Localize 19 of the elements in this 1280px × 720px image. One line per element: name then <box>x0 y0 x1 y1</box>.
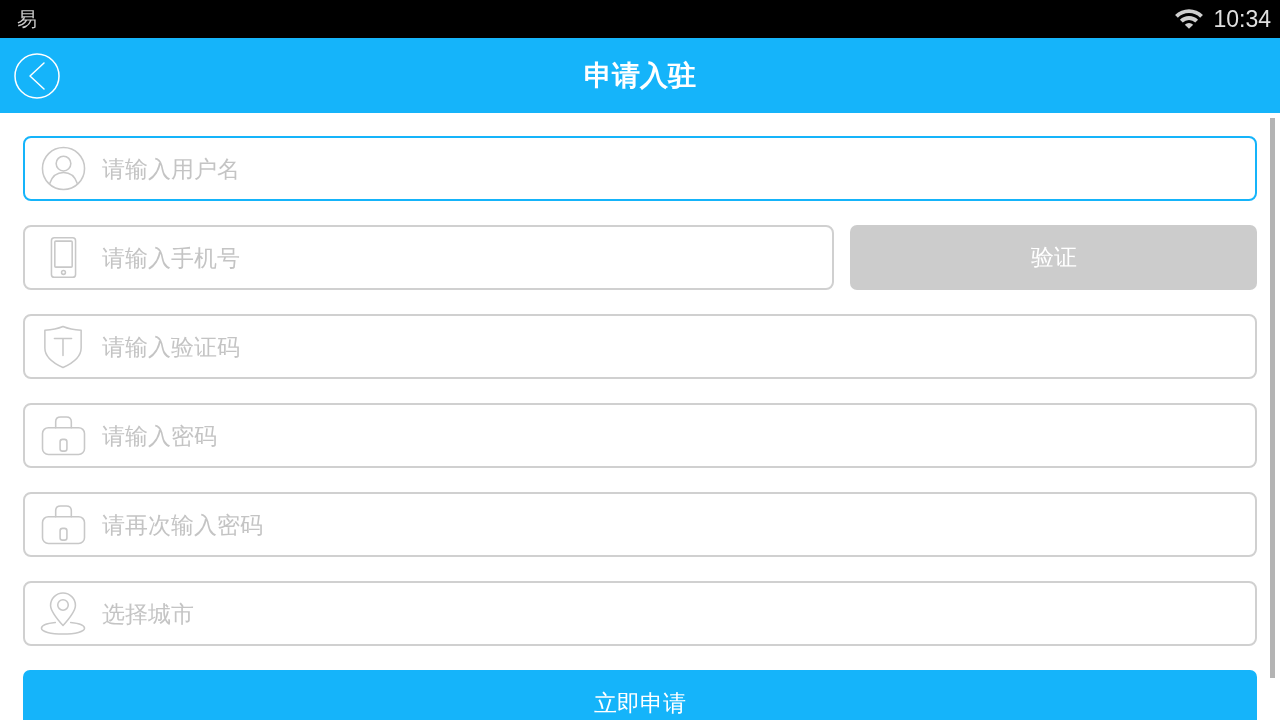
back-icon <box>14 52 60 99</box>
status-time: 10:34 <box>1213 6 1271 32</box>
input-field[interactable]: 请输入密码 <box>23 403 1257 468</box>
input-field[interactable]: 请再次输入密码 <box>23 492 1257 557</box>
person-icon <box>40 146 86 191</box>
input-field[interactable]: 请输入手机号 <box>23 225 834 290</box>
submit-button[interactable]: 立即申请 <box>23 670 1257 720</box>
input-field[interactable]: 请输入验证码 <box>23 314 1257 379</box>
lock-icon <box>40 415 86 456</box>
notification-icon: 易 <box>17 7 37 31</box>
back-button[interactable] <box>14 52 60 99</box>
phone-icon <box>49 236 77 279</box>
page-title: 申请入驻 <box>584 58 696 93</box>
shield-icon <box>42 324 84 369</box>
wifi-icon <box>1175 9 1204 29</box>
input-field[interactable]: 请输入用户名 <box>23 136 1257 201</box>
lock-icon <box>40 504 86 545</box>
input-field[interactable]: 选择城市 <box>23 581 1257 646</box>
location-pin-icon <box>40 591 86 636</box>
